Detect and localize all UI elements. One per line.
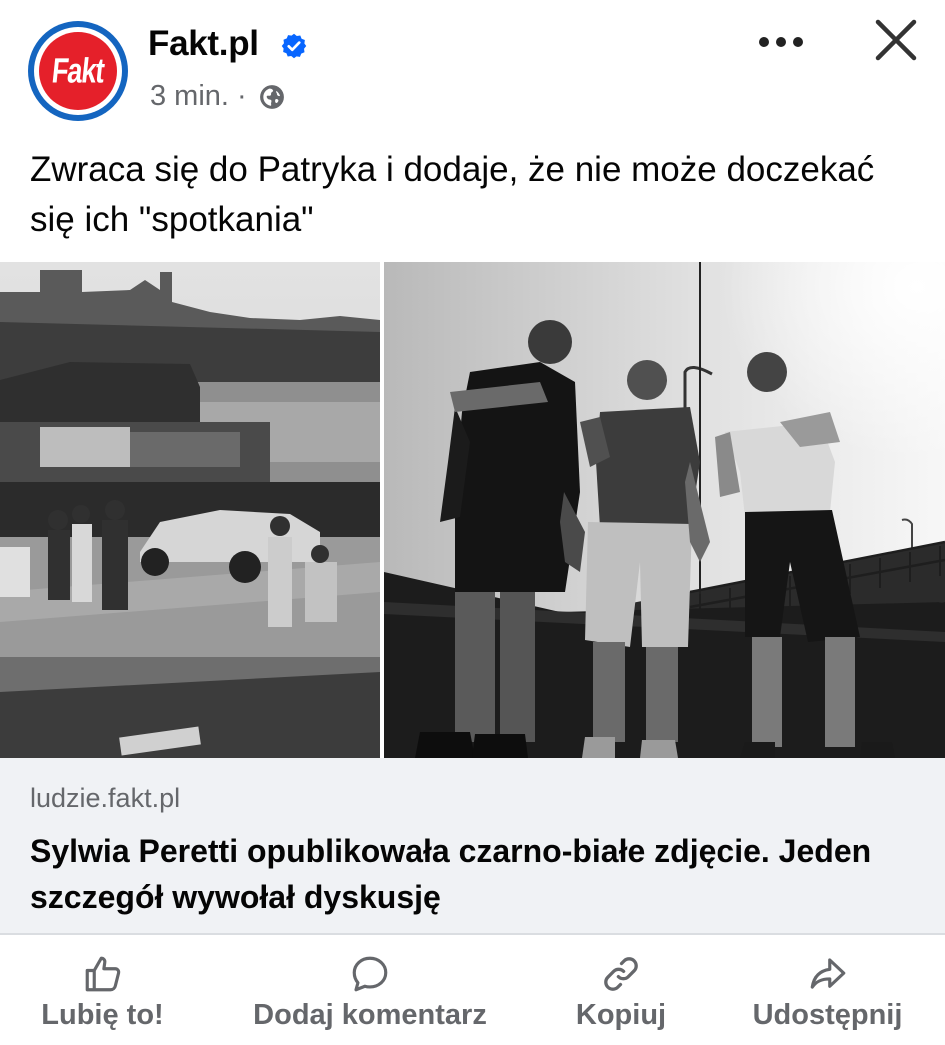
comment-icon xyxy=(352,956,388,992)
black-white-photo-collage xyxy=(0,262,945,758)
post-header: Fakt Fakt.pl 3 min. · xyxy=(0,0,945,130)
share-label: Udostępnij xyxy=(752,999,903,1031)
page-avatar[interactable]: Fakt xyxy=(28,21,128,121)
like-label: Lubię to! xyxy=(41,999,164,1031)
timestamp[interactable]: 3 min. xyxy=(150,80,229,113)
more-dots-icon xyxy=(759,37,803,47)
link-icon xyxy=(604,957,638,991)
page-name[interactable]: Fakt.pl xyxy=(148,24,259,64)
share-button[interactable]: Udostępnij xyxy=(740,935,915,1045)
link-headline[interactable]: Sylwia Peretti opublikowała czarno-białe… xyxy=(30,828,910,920)
fakt-logo: Fakt xyxy=(39,32,117,110)
action-bar: Lubię to! Dodaj komentarz Kopiuj Udostęp… xyxy=(0,935,945,1045)
close-icon[interactable] xyxy=(870,14,922,66)
globe-icon xyxy=(259,84,284,109)
post-image[interactable] xyxy=(0,262,945,758)
comment-button[interactable]: Dodaj komentarz xyxy=(235,935,505,1045)
thumbs-up-icon xyxy=(85,956,120,992)
verified-badge-icon xyxy=(281,33,307,59)
comment-label: Dodaj komentarz xyxy=(253,999,487,1031)
post-meta: 3 min. · xyxy=(150,80,285,113)
post-text: Zwraca się do Patryka i dodaje, że nie m… xyxy=(30,150,875,239)
share-icon xyxy=(810,958,845,989)
link-domain[interactable]: ludzie.fakt.pl xyxy=(30,783,180,814)
meta-separator: · xyxy=(236,80,247,112)
copy-label: Kopiuj xyxy=(575,999,667,1031)
copy-link-button[interactable]: Kopiuj xyxy=(555,935,687,1045)
more-options-button[interactable] xyxy=(752,22,810,62)
like-button[interactable]: Lubię to! xyxy=(20,935,185,1045)
